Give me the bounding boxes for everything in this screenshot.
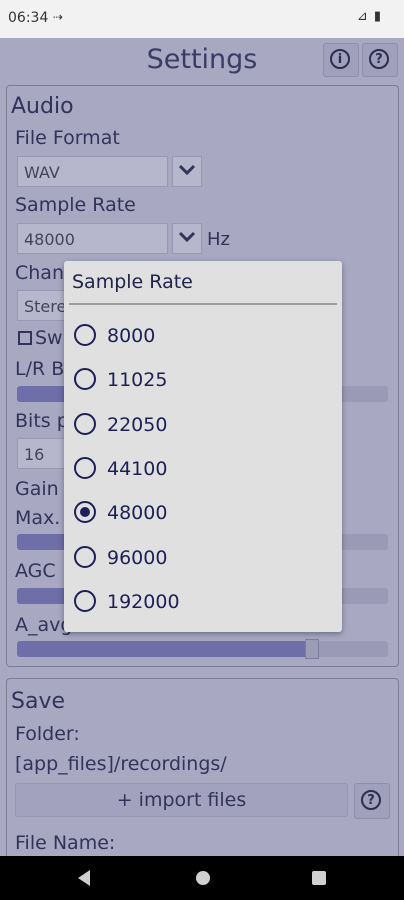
option-label: 8000 [107, 325, 156, 347]
radio-button[interactable] [74, 368, 96, 391]
a-avg-slider-fill [17, 641, 307, 657]
sample-rate-option[interactable]: 11025 [64, 359, 342, 403]
info-button[interactable]: i [323, 43, 359, 77]
file-format-select[interactable]: WAV [17, 156, 168, 187]
audio-section-title: Audio [11, 94, 74, 119]
chevron-down-icon [178, 231, 196, 243]
home-icon[interactable] [196, 871, 210, 885]
cast-icon: ⇢ [53, 10, 64, 24]
option-label: 48000 [107, 502, 168, 525]
signal-battery-icons: ⊿ ▮ [356, 9, 382, 24]
help-icon: ? [361, 790, 381, 810]
save-help-button[interactable]: ? [354, 783, 390, 819]
sample-rate-dropdown-button[interactable] [172, 223, 202, 254]
file-format-label: File Format [15, 127, 120, 149]
radio-button[interactable] [74, 412, 96, 435]
a-avg-slider[interactable] [17, 639, 388, 659]
option-label: 96000 [107, 546, 168, 569]
save-section-title: Save [11, 689, 66, 714]
radio-button[interactable] [74, 589, 96, 612]
option-label: 192000 [107, 590, 180, 613]
help-button[interactable]: ? [362, 43, 398, 77]
bits-select[interactable]: 16 [17, 438, 67, 469]
status-bar: 06:34 ⇢ ⊿ ▮ [0, 0, 404, 38]
radio-button[interactable] [74, 456, 96, 479]
sample-rate-select[interactable]: 48000 [17, 223, 168, 254]
recents-icon[interactable] [312, 871, 326, 885]
save-panel: Save Folder: [app_files]/recordings/ + i… [6, 678, 399, 869]
folder-label: Folder: [15, 723, 80, 745]
option-label: 44100 [107, 457, 168, 480]
a-avg-slider-thumb[interactable] [305, 639, 319, 659]
dialog-divider [69, 303, 337, 305]
lr-balance-label: L/R B [15, 358, 65, 380]
sample-rate-dialog: Sample Rate 8000 11025 22050 44100 48000 9600… [64, 261, 342, 632]
radio-button[interactable] [74, 501, 96, 524]
sample-rate-option[interactable]: 48000 [64, 492, 342, 536]
bits-label: Bits p [15, 410, 69, 432]
swap-checkbox[interactable] [18, 331, 32, 345]
radio-button[interactable] [74, 324, 96, 346]
sample-rate-unit: Hz [207, 229, 230, 250]
file-name-label: File Name: [15, 832, 116, 854]
navigation-bar [0, 856, 404, 900]
back-icon[interactable] [78, 870, 90, 886]
info-icon: i [330, 49, 350, 69]
max-label: Max. [15, 507, 61, 529]
sample-rate-option[interactable]: 44100 [64, 448, 342, 492]
sample-rate-option[interactable]: 8000 [64, 315, 342, 359]
sample-rate-label: Sample Rate [15, 194, 136, 216]
channels-label: Chan [15, 262, 64, 284]
sample-rate-option[interactable]: 96000 [64, 537, 342, 581]
option-label: 11025 [107, 369, 168, 392]
dialog-title: Sample Rate [72, 271, 193, 293]
status-time: 06:34 [8, 10, 49, 26]
option-label: 22050 [107, 413, 168, 436]
sample-rate-option[interactable]: 22050 [64, 404, 342, 448]
radio-button[interactable] [74, 545, 96, 568]
gain-label: Gain [15, 478, 59, 500]
import-files-button[interactable]: + import files [15, 783, 348, 817]
sample-rate-option[interactable]: 192000 [64, 581, 342, 625]
folder-path: [app_files]/recordings/ [15, 753, 227, 775]
chevron-down-icon [178, 164, 196, 176]
help-icon: ? [369, 49, 389, 69]
swap-label: Sw [35, 327, 63, 349]
file-format-dropdown-button[interactable] [172, 156, 202, 187]
agc-label: AGC [15, 560, 56, 582]
